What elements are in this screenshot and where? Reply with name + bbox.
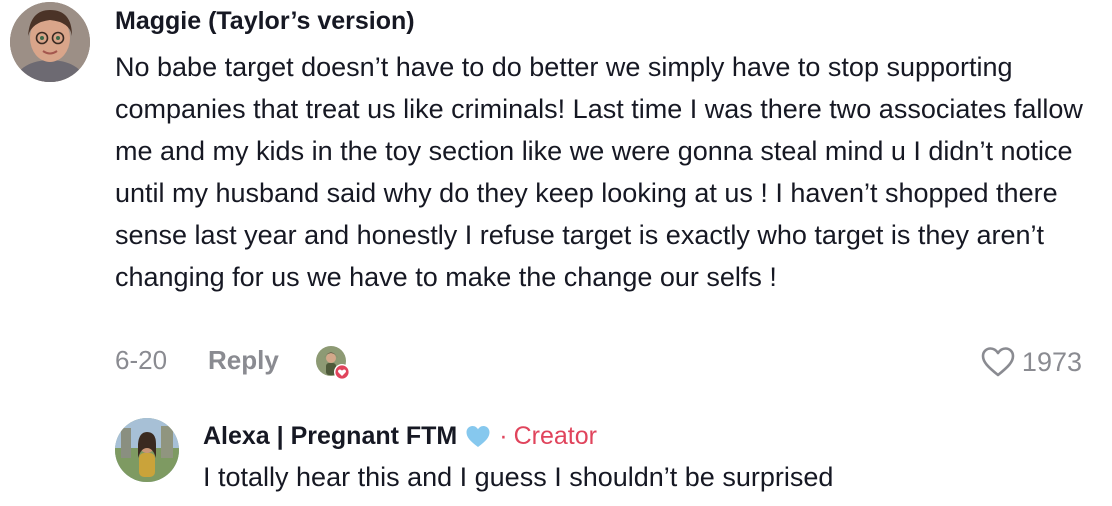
reply-header: Alexa | Pregnant FTM · Creator xyxy=(203,422,597,451)
reply-text: I totally hear this and I guess I should… xyxy=(203,462,834,492)
heart-outline-icon xyxy=(981,347,1015,377)
commenter-avatar[interactable] xyxy=(10,2,90,82)
like-count: 1973 xyxy=(1021,346,1082,377)
reply-author-name[interactable]: Alexa | Pregnant FTM xyxy=(203,422,457,451)
comment-date: 6-20 xyxy=(115,345,168,375)
creator-separator: · xyxy=(499,422,508,450)
light-blue-heart-icon xyxy=(465,424,491,450)
reply-author-avatar[interactable] xyxy=(115,418,179,482)
creator-label: Creator xyxy=(513,422,597,450)
avatar-image xyxy=(115,418,179,482)
reply-button[interactable]: Reply xyxy=(208,345,279,376)
like-button[interactable]: 1973 xyxy=(980,345,1082,379)
creator-liked-badge-icon xyxy=(315,345,350,380)
commenter-name[interactable]: Maggie (Taylor’s version) xyxy=(115,7,415,36)
comment-text: No babe target doesn’t have to do better… xyxy=(115,52,1083,292)
avatar-image xyxy=(10,2,90,82)
